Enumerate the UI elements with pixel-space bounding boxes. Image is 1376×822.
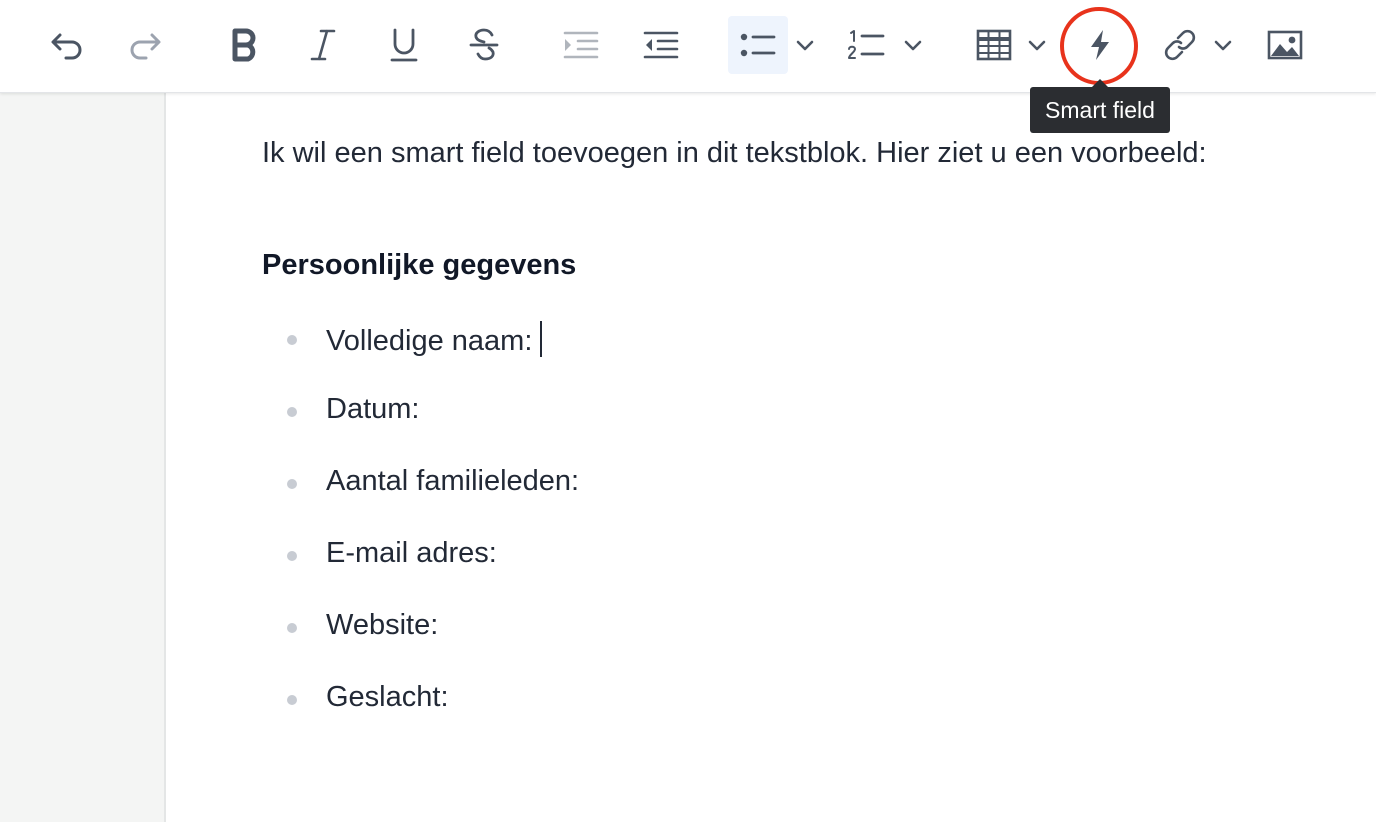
- chevron-down-icon: [904, 40, 922, 51]
- list-item-text: Aantal familieleden:: [326, 465, 580, 497]
- lightning-icon: [1091, 30, 1109, 60]
- bold-icon: [232, 28, 256, 62]
- bulleted-list-icon: [740, 33, 776, 57]
- editor-toolbar: [0, 0, 1376, 93]
- smart-field-button[interactable]: [1074, 16, 1126, 74]
- redo-icon: [130, 33, 161, 60]
- smart-field-tooltip: Smart field: [1030, 79, 1170, 133]
- bullet-dot: [287, 551, 297, 561]
- indent-button[interactable]: [555, 16, 607, 74]
- bullet-dot: [287, 695, 297, 705]
- bullet-dot: [287, 479, 297, 489]
- bulleted-list-dropdown[interactable]: [792, 16, 818, 74]
- numbered-list-icon: [848, 30, 885, 59]
- left-sidebar: [0, 93, 166, 822]
- underline-icon: [390, 28, 418, 62]
- indent-icon: [563, 31, 599, 59]
- undo-button[interactable]: [40, 16, 92, 74]
- intro-paragraph: Ik wil een smart field toevoegen in dit …: [262, 137, 1207, 169]
- bullet-dot: [287, 623, 297, 633]
- table-button[interactable]: [970, 16, 1018, 74]
- list-item-text: Volledige naam:: [326, 321, 543, 358]
- link-dropdown[interactable]: [1210, 16, 1236, 74]
- redo-button[interactable]: [120, 16, 172, 74]
- bold-button[interactable]: [218, 16, 270, 74]
- bullet-dot: [287, 335, 297, 345]
- undo-icon: [51, 33, 82, 60]
- list-item-text: Datum:: [326, 393, 420, 425]
- list-item-text: E-mail adres:: [326, 537, 497, 569]
- strikethrough-icon: [469, 28, 499, 61]
- outdent-icon: [643, 31, 679, 59]
- link-icon: [1164, 29, 1196, 61]
- image-button[interactable]: [1260, 16, 1310, 74]
- strikethrough-button[interactable]: [458, 16, 510, 74]
- list-item-text: Geslacht:: [326, 681, 449, 713]
- chevron-down-icon: [1028, 40, 1046, 51]
- underline-button[interactable]: [378, 16, 430, 74]
- table-icon: [976, 29, 1012, 61]
- numbered-list-button[interactable]: [838, 16, 894, 74]
- text-editor[interactable]: Ik wil een smart field toevoegen in dit …: [166, 93, 1376, 822]
- text-cursor: [540, 321, 543, 357]
- bulleted-list-button[interactable]: [728, 16, 788, 74]
- table-dropdown[interactable]: [1024, 16, 1050, 74]
- outdent-button[interactable]: [635, 16, 687, 74]
- italic-button[interactable]: [297, 16, 349, 74]
- numbered-list-dropdown[interactable]: [900, 16, 926, 74]
- italic-icon: [310, 29, 336, 61]
- bullet-dot: [287, 407, 297, 417]
- link-button[interactable]: [1156, 16, 1204, 74]
- list-item-text: Website:: [326, 609, 439, 641]
- chevron-down-icon: [796, 40, 814, 51]
- image-icon: [1267, 30, 1303, 60]
- section-heading: Persoonlijke gegevens: [262, 249, 577, 281]
- chevron-down-icon: [1214, 40, 1232, 51]
